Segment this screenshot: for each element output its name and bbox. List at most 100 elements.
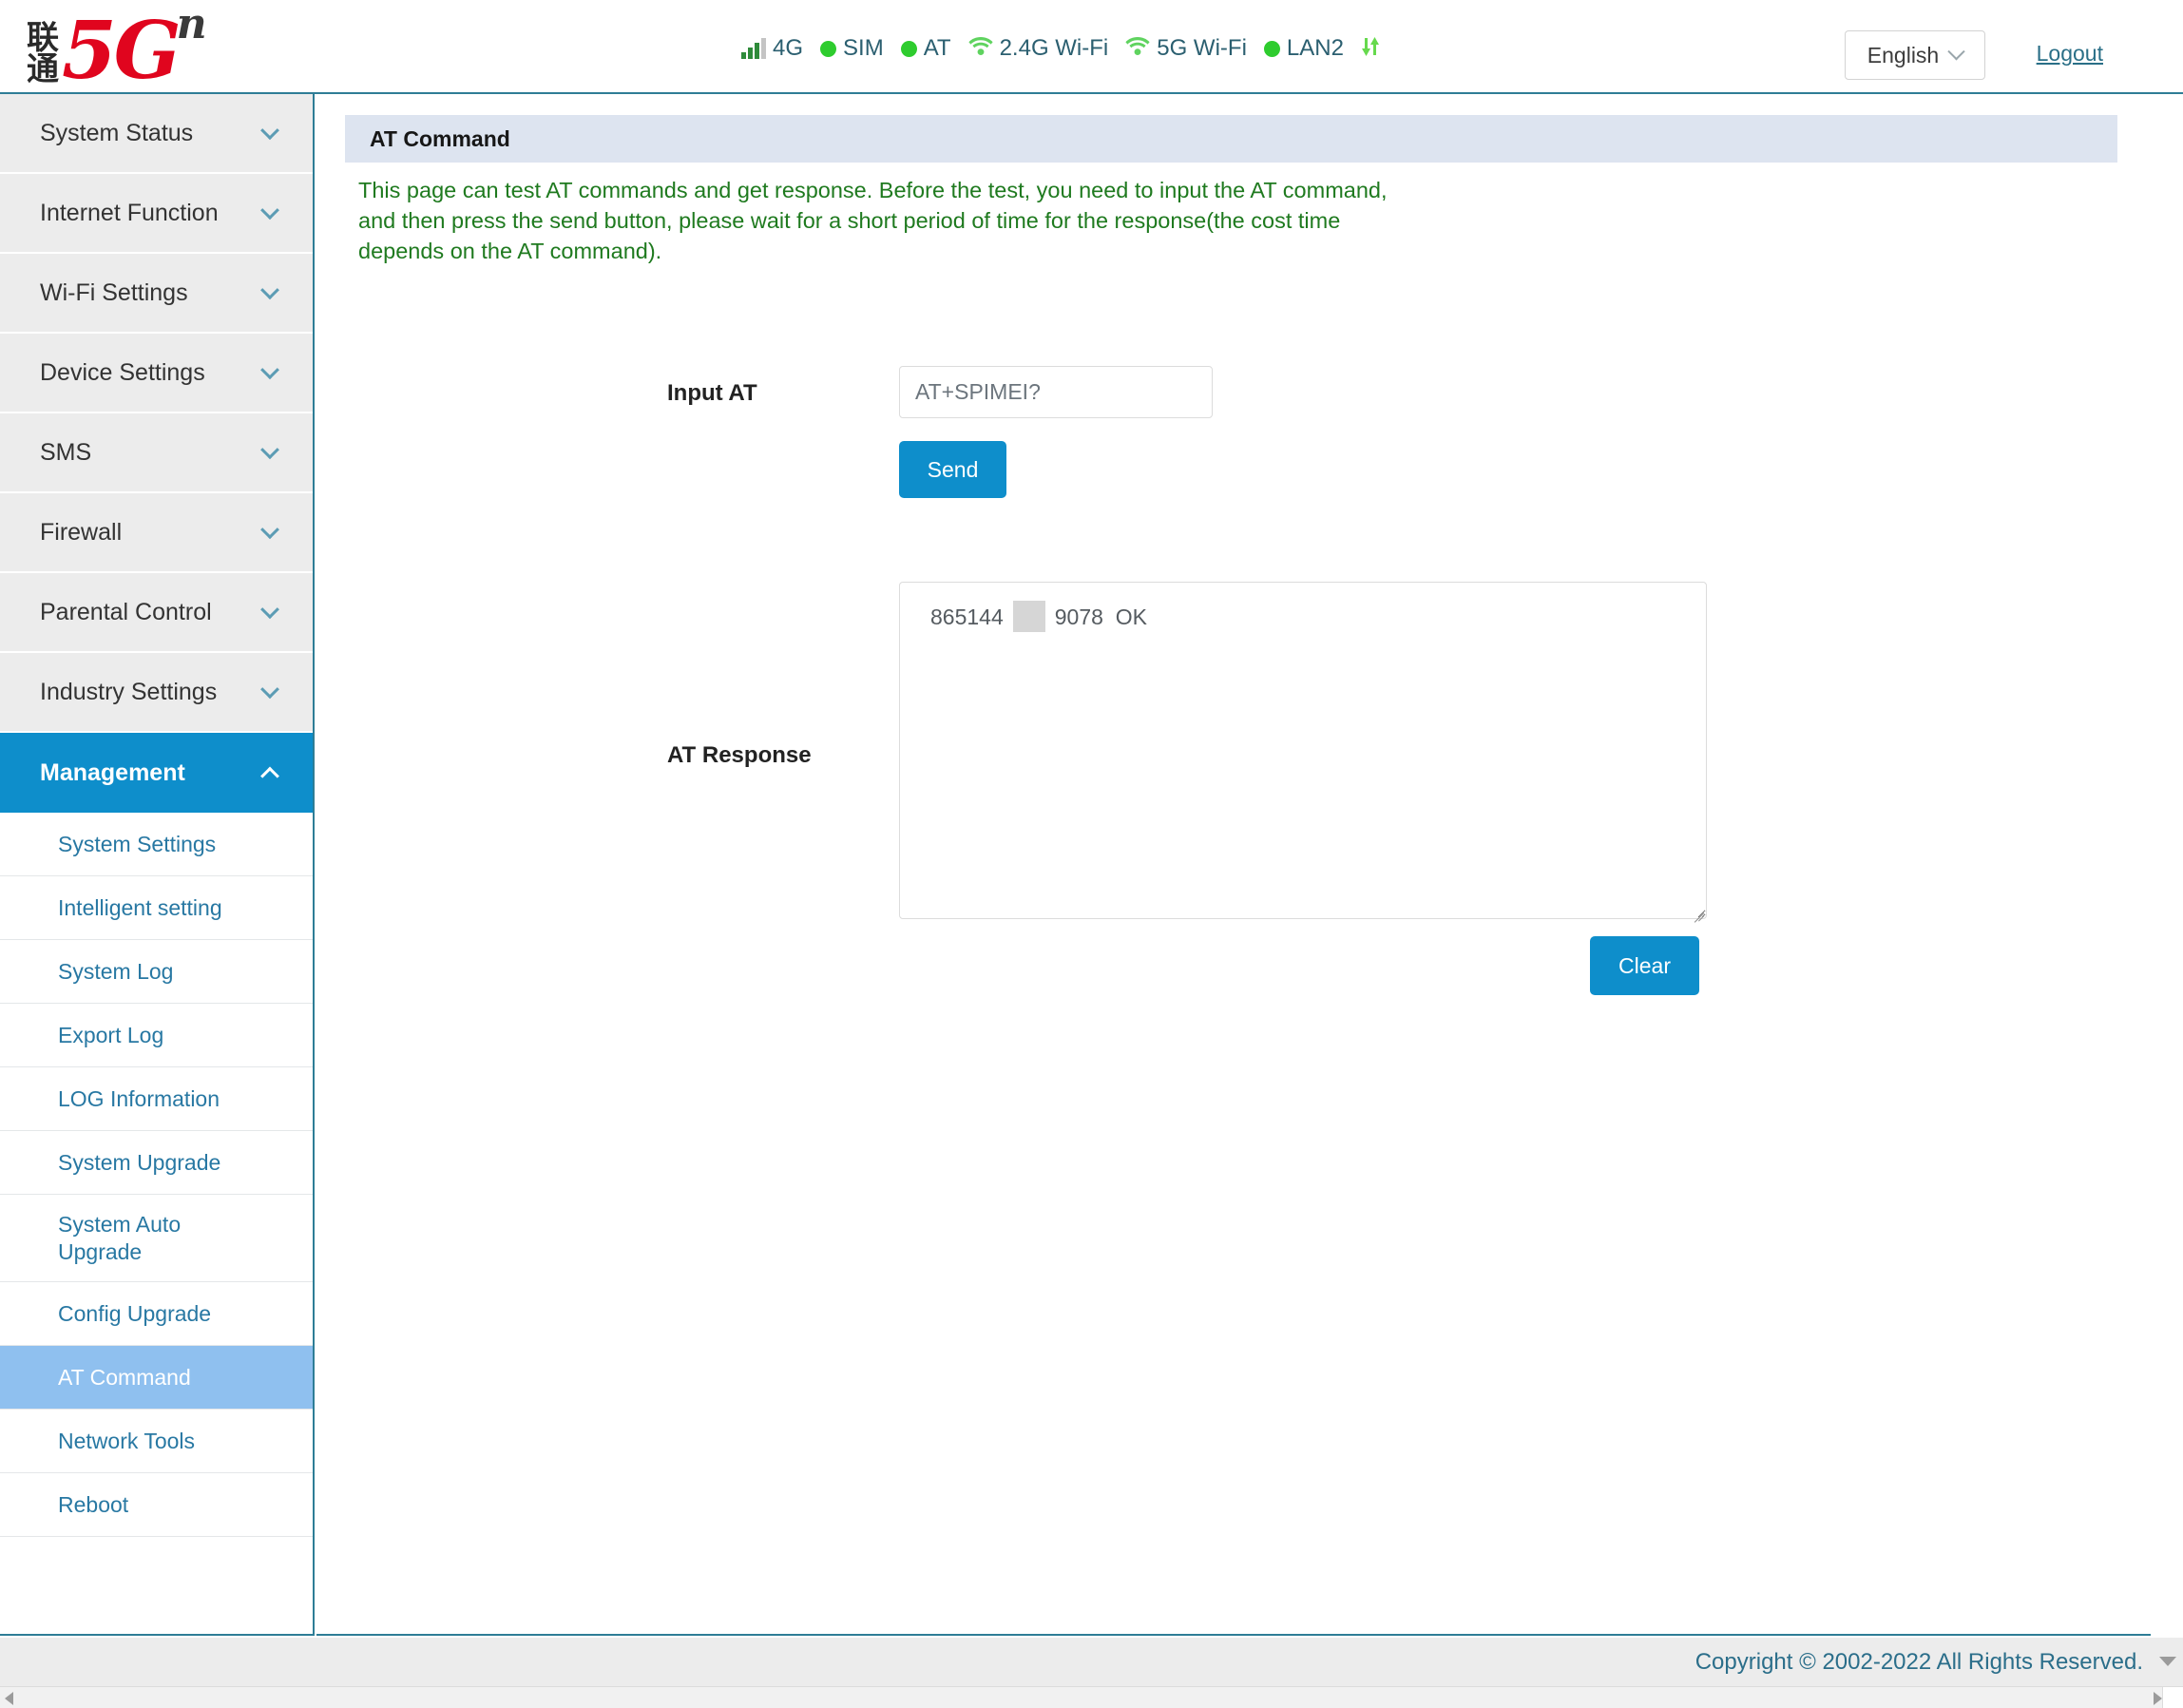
status-item-5g-wifi: 5G Wi-Fi [1125,35,1247,62]
sidebar-item-label: Parental Control [40,598,212,625]
sidebar-subitem-label: System Auto Upgrade [58,1211,182,1264]
status-item-24g-wifi: 2.4G Wi-Fi [967,35,1109,62]
chevron-down-icon [260,360,279,380]
status-item-sim: SIM [820,35,884,62]
status-item-lan2: LAN2 [1263,35,1344,62]
chevron-up-icon [260,766,279,786]
sidebar-item-label: Industry Settings [40,678,218,705]
scroll-down-arrow-icon[interactable] [2159,1657,2176,1666]
status-label-4g: 4G [773,35,804,61]
sidebar-item-label: Management [40,758,185,786]
logo-5g-text: 5G [62,4,182,97]
sidebar-subitem-label: Reboot [58,1491,129,1517]
sidebar-item-intelligent-setting[interactable]: Intelligent setting [0,876,313,940]
logo-chinese-characters: 联 通 [27,18,59,88]
sidebar-item-internet-function[interactable]: Internet Function [0,174,313,254]
sidebar-subitem-label: System Log [58,958,174,984]
logo-char-tong: 通 [27,49,59,88]
sidebar-item-sms[interactable]: SMS [0,413,313,493]
page-root: 联 通 5Gn 4G SIM AT 2.4G Wi-Fi 5G Wi-Fi LA… [0,0,2183,1708]
sidebar-item-label: Wi-Fi Settings [40,278,188,306]
language-selector-value: English [1867,42,1940,67]
sidebar-item-config-upgrade[interactable]: Config Upgrade [0,1282,313,1346]
status-label-at: AT [923,35,951,61]
chevron-down-icon [260,600,279,620]
sidebar-item-device-settings[interactable]: Device Settings [0,334,313,413]
status-label-24g-wifi: 2.4G Wi-Fi [999,35,1109,61]
page-title: AT Command [370,125,510,151]
sidebar-item-industry-settings[interactable]: Industry Settings [0,653,313,733]
horizontal-scrollbar[interactable] [0,1686,2183,1708]
logo-char-lian: 联 [27,18,59,57]
wifi-icon [967,36,993,61]
sidebar-item-system-log[interactable]: System Log [0,940,313,1004]
at-response-label: AT Response [667,742,812,768]
sidebar-item-export-log[interactable]: Export Log [0,1004,313,1067]
sidebar-item-network-tools[interactable]: Network Tools [0,1410,313,1473]
at-command-input[interactable] [899,366,1213,418]
app-footer: Copyright © 2002-2022 All Rights Reserve… [0,1638,2183,1686]
sidebar-navigation: System Status Internet Function Wi-Fi Se… [0,94,315,1636]
logo-superscript-n: n [176,0,207,48]
sidebar-item-wifi-settings[interactable]: Wi-Fi Settings [0,254,313,334]
app-header: 联 通 5Gn 4G SIM AT 2.4G Wi-Fi 5G Wi-Fi LA… [0,0,2183,94]
status-label-5g-wifi: 5G Wi-Fi [1157,35,1247,61]
language-selector[interactable]: English [1845,30,1985,80]
chevron-down-icon [1947,42,1965,60]
sidebar-item-parental-control[interactable]: Parental Control [0,573,313,653]
sidebar-item-system-upgrade[interactable]: System Upgrade [0,1131,313,1195]
sidebar-subitem-label: Network Tools [58,1428,196,1453]
sidebar-item-system-settings[interactable]: System Settings [0,813,313,876]
page-description: This page can test AT commands and get r… [358,178,1388,263]
status-item-at: AT [900,35,951,62]
sidebar-item-management[interactable]: Management [0,733,313,813]
sidebar-item-log-information[interactable]: LOG Information [0,1067,313,1131]
copyright-text: Copyright © 2002-2022 All Rights Reserve… [1695,1648,2143,1675]
sidebar-subitem-label: System Upgrade [58,1149,221,1175]
sidebar-subitem-label: Intelligent setting [58,894,222,920]
sidebar-item-firewall[interactable]: Firewall [0,493,313,573]
scroll-left-arrow-icon[interactable] [5,1692,13,1705]
status-label-sim: SIM [843,35,884,61]
sidebar-item-label: Firewall [40,518,123,546]
chevron-down-icon [260,520,279,540]
wifi-icon [1125,36,1150,61]
chevron-down-icon [260,201,279,221]
chevron-down-icon [260,680,279,700]
sidebar-subitem-label: LOG Information [58,1085,220,1111]
sidebar-item-label: System Status [40,119,194,146]
sidebar-item-label: Internet Function [40,199,219,226]
sidebar-subitem-label: System Settings [58,831,217,856]
sidebar-item-system-auto-upgrade[interactable]: System Auto Upgrade [0,1195,313,1282]
sidebar-item-at-command[interactable]: AT Command [0,1346,313,1410]
green-dot-icon [900,40,917,57]
at-response-textarea[interactable] [899,582,1707,919]
chevron-down-icon [260,280,279,300]
data-transfer-icon [1361,36,1380,62]
sidebar-item-system-status[interactable]: System Status [0,94,313,174]
logout-link[interactable]: Logout [2037,41,2103,67]
sidebar-item-label: SMS [40,438,92,466]
sidebar-item-label: Device Settings [40,358,205,386]
main-content: AT Command This page can test AT command… [316,94,2151,1636]
input-at-label: Input AT [667,380,757,406]
chevron-down-icon [260,440,279,460]
status-label-lan2: LAN2 [1286,35,1344,61]
sidebar-subitem-label: Export Log [58,1022,164,1047]
china-unicom-5g-logo: 联 通 5Gn [27,0,302,97]
status-indicator-bar: 4G SIM AT 2.4G Wi-Fi 5G Wi-Fi LAN2 [741,29,1388,68]
sidebar-subitem-label: AT Command [58,1364,191,1390]
green-dot-icon [1263,40,1280,57]
status-item-4g: 4G [741,35,803,62]
panel-header: AT Command [345,115,2117,163]
status-item-data-transfer [1361,36,1380,62]
chevron-down-icon [260,121,279,141]
sidebar-item-reboot[interactable]: Reboot [0,1473,313,1537]
signal-bars-icon [741,38,766,59]
clear-button[interactable]: Clear [1590,936,1699,995]
send-button[interactable]: Send [899,441,1006,498]
scrollbar-corner [2162,1687,2183,1708]
scroll-right-arrow-icon[interactable] [2154,1692,2162,1705]
sidebar-subitem-label: Config Upgrade [58,1300,212,1326]
green-dot-icon [820,40,837,57]
